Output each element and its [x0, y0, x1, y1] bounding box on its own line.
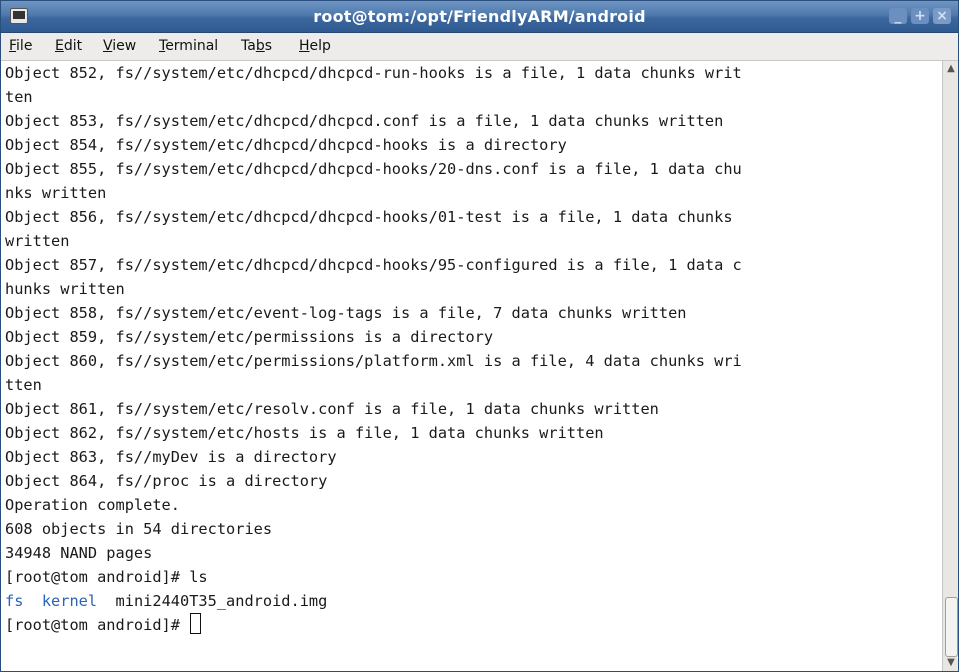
terminal-line: [root@tom android]# ls: [5, 568, 208, 586]
terminal-line: Object 854, fs//system/etc/dhcpcd/dhcpcd…: [5, 136, 567, 154]
terminal-line: Object 863, fs//myDev is a directory: [5, 448, 337, 466]
menu-file[interactable]: File: [9, 38, 32, 54]
terminal-line: hunks written: [5, 280, 125, 298]
terminal-line: Operation complete.: [5, 496, 180, 514]
close-button[interactable]: ×: [933, 8, 951, 24]
terminal-line: Object 861, fs//system/etc/resolv.conf i…: [5, 400, 659, 418]
ls-entry-kernel: kernel: [41, 592, 98, 610]
menu-bar: File Edit View Terminal Tabs Help: [1, 33, 958, 61]
vertical-scrollbar[interactable]: ▲ ▼: [942, 61, 958, 671]
terminal-line: Object 857, fs//system/etc/dhcpcd/dhcpcd…: [5, 256, 742, 274]
prompt-line[interactable]: [root@tom android]#: [5, 613, 202, 637]
menu-edit[interactable]: Edit: [55, 38, 82, 54]
terminal-line: Object 852, fs//system/etc/dhcpcd/dhcpcd…: [5, 64, 742, 82]
text-cursor: [190, 613, 202, 634]
minimize-button[interactable]: _: [889, 8, 907, 24]
shell-prompt: [root@tom android]#: [5, 616, 190, 634]
terminal-window: root@tom:/opt/FriendlyARM/android _ + × …: [0, 0, 959, 672]
terminal-line: 34948 NAND pages: [5, 544, 153, 562]
terminal-line: written: [5, 232, 70, 250]
menu-tabs[interactable]: Tabs: [241, 38, 272, 54]
terminal-line: Object 856, fs//system/etc/dhcpcd/dhcpcd…: [5, 208, 733, 226]
terminal-line: Object 859, fs//system/etc/permissions i…: [5, 328, 494, 346]
terminal-line: tten: [5, 376, 42, 394]
terminal-line: Object 853, fs//system/etc/dhcpcd/dhcpcd…: [5, 112, 724, 130]
menu-view[interactable]: View: [103, 38, 136, 54]
ls-entry-fs: fs: [5, 592, 24, 610]
scrollbar-thumb[interactable]: [945, 597, 958, 657]
terminal-line: 608 objects in 54 directories: [5, 520, 273, 538]
ls-output-line: fs kernel mini2440T35_android.img: [5, 589, 327, 613]
terminal-line: Object 858, fs//system/etc/event-log-tag…: [5, 304, 687, 322]
scroll-up-arrow-icon[interactable]: ▲: [943, 61, 958, 77]
terminal-line: Object 855, fs//system/etc/dhcpcd/dhcpcd…: [5, 160, 742, 178]
terminal-line: Object 864, fs//proc is a directory: [5, 472, 328, 490]
terminal-line: ten: [5, 88, 33, 106]
maximize-button[interactable]: +: [911, 8, 929, 24]
title-bar[interactable]: root@tom:/opt/FriendlyARM/android _ + ×: [1, 1, 958, 33]
terminal-output[interactable]: Object 852, fs//system/etc/dhcpcd/dhcpcd…: [1, 61, 941, 671]
terminal-line: Object 862, fs//system/etc/hosts is a fi…: [5, 424, 604, 442]
terminal-line: nks written: [5, 184, 107, 202]
menu-help[interactable]: Help: [299, 38, 331, 54]
window-title: root@tom:/opt/FriendlyARM/android: [313, 7, 646, 26]
terminal-line: Object 860, fs//system/etc/permissions/p…: [5, 352, 742, 370]
ls-entry-image: mini2440T35_android.img: [115, 592, 328, 610]
scroll-down-arrow-icon[interactable]: ▼: [943, 655, 958, 671]
menu-terminal[interactable]: Terminal: [159, 38, 218, 54]
